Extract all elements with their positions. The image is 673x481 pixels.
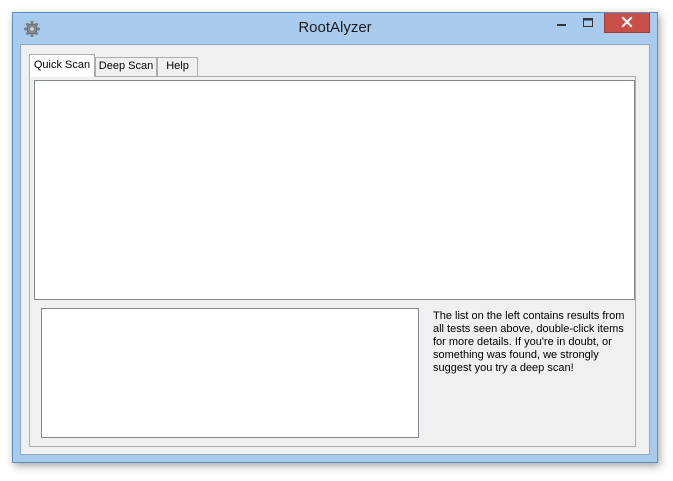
maximize-button[interactable] [575,13,601,33]
info-text: The list on the left contains results fr… [433,310,625,374]
maximize-icon [583,18,593,27]
app-window: RootAlyzer Quick Scan Deep Scan Help The… [12,12,658,463]
results-list[interactable] [34,80,635,300]
close-icon [621,16,633,28]
tab-quick-scan[interactable]: Quick Scan [29,54,95,77]
title-bar[interactable]: RootAlyzer [13,13,657,44]
close-button[interactable] [604,13,650,33]
details-box[interactable] [41,308,419,438]
minimize-button[interactable] [548,13,575,33]
tab-help[interactable]: Help [157,57,198,76]
client-area: Quick Scan Deep Scan Help The list on th… [20,44,650,455]
quick-scan-panel: The list on the left contains results fr… [29,76,636,447]
minimize-icon [557,24,566,26]
tab-deep-scan[interactable]: Deep Scan [95,57,157,76]
